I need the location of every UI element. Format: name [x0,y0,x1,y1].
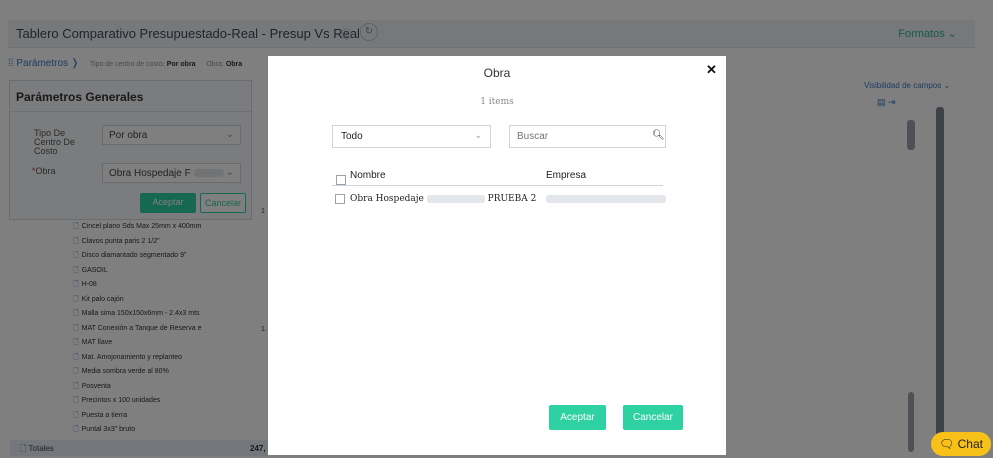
column-header-nombre: Nombre [350,170,386,181]
select-all-checkbox[interactable] [336,175,346,185]
filter-select-value: Todo [341,131,363,142]
search-input[interactable] [509,125,666,148]
column-header-empresa: Empresa [546,170,587,181]
search-icon[interactable]: 🔍︎ [652,130,665,141]
chat-button[interactable]: 🗨︎ Chat [931,432,991,456]
items-count: 1 items [480,97,514,107]
table-row[interactable]: Obra Hospedaje PRUEBA 2 [332,193,666,207]
table-header: Nombre Empresa [332,164,663,186]
redacted-text [546,194,666,203]
chat-label: Chat [957,437,983,451]
row-nombre-prefix: Obra Hospedaje [350,194,424,204]
row-nombre-suffix: PRUEBA 2 [487,194,537,204]
row-nombre: Obra Hospedaje PRUEBA 2 [350,194,536,204]
cancel-button[interactable]: Cancelar [623,405,683,430]
chat-bubble-icon: 🗨︎ [939,437,955,451]
accept-button[interactable]: Aceptar [549,405,606,430]
chevron-down-icon: ⌄ [474,130,482,140]
close-icon[interactable]: ✕ [706,62,717,78]
filter-select[interactable]: Todo ⌄ [332,125,491,148]
obra-modal: Obra ✕ 1 items Todo ⌄ 🔍︎ Nombre Empresa … [268,56,726,455]
row-empresa [546,194,666,204]
modal-title: Obra [483,66,511,80]
row-checkbox[interactable] [335,194,345,204]
redacted-text [426,194,485,203]
